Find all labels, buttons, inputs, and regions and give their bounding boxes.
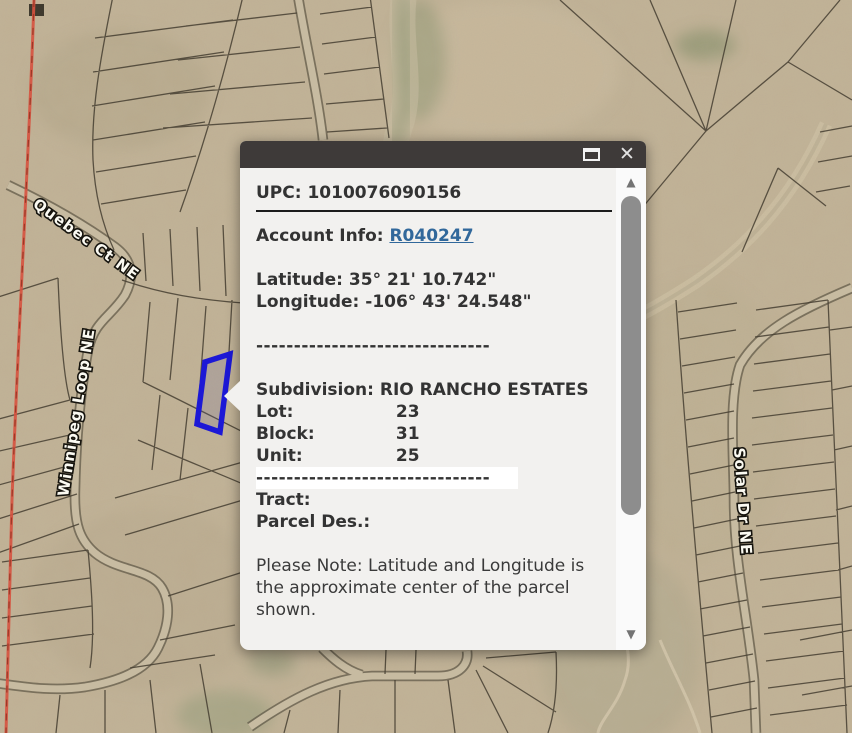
popup-scrollbar[interactable]: ▲ ▼ — [616, 168, 646, 650]
popup-titlebar[interactable]: ✕ — [240, 141, 646, 168]
account-link[interactable]: R040247 — [389, 226, 473, 246]
parcel-info-popup: ✕ UPC: 1010076090156 Account Info: R0402… — [240, 141, 646, 650]
latitude-value: 35° 21' 10.742" — [349, 270, 496, 290]
subdivision-row: Subdivision: RIO RANCHO ESTATES — [256, 379, 616, 401]
separator-dashes: ------------------------------- — [256, 335, 616, 357]
gis-parcel-viewer: Quebec Ct NE Winnipeg Loop NE Solar Dr N… — [0, 0, 852, 733]
longitude-value: -106° 43' 24.548" — [365, 292, 531, 312]
structure-marker — [29, 4, 44, 16]
longitude-row: Longitude: -106° 43' 24.548" — [256, 291, 616, 313]
unit-label: Unit: — [256, 445, 390, 467]
block-label: Block: — [256, 423, 390, 445]
close-icon: ✕ — [619, 145, 635, 164]
account-label: Account Info: — [256, 226, 384, 246]
scroll-up-arrow[interactable]: ▲ — [616, 175, 646, 189]
popup-anchor-pointer — [224, 380, 241, 412]
upc-label: UPC: — [256, 183, 302, 203]
maximize-icon — [583, 148, 600, 161]
tract-row: Tract: — [256, 489, 616, 511]
unit-value: 25 — [396, 446, 420, 466]
coordinates-block: Latitude: 35° 21' 10.742" Longitude: -10… — [256, 269, 616, 313]
close-button[interactable]: ✕ — [614, 144, 640, 166]
scroll-thumb[interactable] — [621, 196, 641, 515]
subdivision-label: Subdivision: — [256, 380, 374, 400]
subdivision-value: RIO RANCHO ESTATES — [380, 380, 589, 400]
parcel-des-label: Parcel Des.: — [256, 512, 370, 532]
scroll-down-arrow[interactable]: ▼ — [616, 627, 646, 641]
lot-label: Lot: — [256, 401, 390, 423]
tract-label: Tract: — [256, 490, 311, 510]
maximize-button[interactable] — [580, 146, 602, 164]
block-value: 31 — [396, 424, 420, 444]
divider-line — [256, 210, 612, 212]
lot-row: Lot: 23 — [256, 401, 616, 423]
account-row: Account Info: R040247 — [256, 225, 616, 247]
parcel-des-row: Parcel Des.: — [256, 511, 616, 533]
popup-content: UPC: 1010076090156 Account Info: R040247… — [240, 168, 616, 650]
latitude-row: Latitude: 35° 21' 10.742" — [256, 269, 616, 291]
lot-value: 23 — [396, 402, 420, 422]
note-text: Please Note: Latitude and Longitude is t… — [256, 555, 612, 621]
longitude-label: Longitude: — [256, 292, 359, 312]
upc-value: 1010076090156 — [307, 183, 461, 203]
latitude-label: Latitude: — [256, 270, 343, 290]
block-row: Block: 31 — [256, 423, 616, 445]
separator-dashes-highlighted: ------------------------------- — [256, 467, 518, 489]
upc-row: UPC: 1010076090156 — [256, 182, 616, 204]
unit-row: Unit: 25 — [256, 445, 616, 467]
